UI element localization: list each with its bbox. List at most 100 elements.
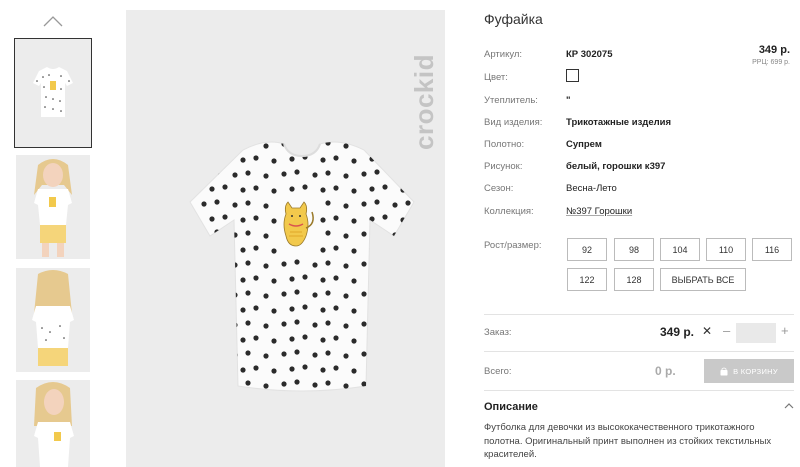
polka-dot xyxy=(214,289,220,295)
thumbnail-girl-side[interactable] xyxy=(16,380,90,467)
thumbnail-girl-back[interactable] xyxy=(16,268,90,372)
attr-value: Супрем xyxy=(566,139,602,150)
polka-dot xyxy=(320,337,326,343)
quantity-input[interactable] xyxy=(736,323,776,343)
polka-dot xyxy=(253,305,259,311)
product-price: 349 р. xyxy=(758,44,790,56)
polka-dot xyxy=(253,335,259,341)
polka-dot xyxy=(201,142,207,147)
polka-dot xyxy=(271,368,277,374)
polka-dot xyxy=(289,366,295,372)
color-swatch[interactable] xyxy=(566,69,579,82)
polka-dot xyxy=(302,334,308,340)
polka-dot xyxy=(294,379,300,385)
polka-dot xyxy=(405,260,411,266)
polka-dot xyxy=(263,323,269,329)
polka-dot xyxy=(263,353,269,359)
polka-dot xyxy=(320,277,326,283)
attr-label: Коллекция: xyxy=(484,206,534,217)
polka-dot xyxy=(289,306,295,312)
polka-dot xyxy=(263,293,269,299)
polka-dot xyxy=(312,262,318,268)
polka-dot xyxy=(400,157,406,163)
polka-dot xyxy=(374,319,380,325)
thumbnail-girl-front[interactable] xyxy=(16,155,90,259)
polka-dot xyxy=(400,277,406,283)
polka-dot xyxy=(214,169,220,175)
polka-dot xyxy=(232,382,238,388)
polka-dot xyxy=(294,289,300,295)
polka-dot xyxy=(289,396,294,401)
size-option[interactable]: 122 xyxy=(567,268,607,291)
select-all-sizes-button[interactable]: ВЫБРАТЬ ВСЕ xyxy=(660,268,746,291)
polka-dot xyxy=(209,276,215,282)
polka-dot xyxy=(245,320,251,326)
product-title: Фуфайка xyxy=(484,11,543,27)
polka-dot xyxy=(382,304,388,310)
polka-dot xyxy=(245,350,251,356)
polka-dot xyxy=(302,184,308,190)
polka-dot xyxy=(351,308,357,314)
polka-dot xyxy=(201,201,207,207)
size-option[interactable]: 104 xyxy=(660,238,700,261)
size-option[interactable]: 92 xyxy=(567,238,607,261)
polka-dot xyxy=(405,380,411,386)
attr-value: Весна-Лето xyxy=(566,183,617,194)
polka-dot xyxy=(263,263,269,269)
polka-dot xyxy=(271,278,277,284)
polka-dot xyxy=(245,170,251,176)
polka-dot xyxy=(312,292,318,298)
thumbnail-front[interactable] xyxy=(14,38,92,148)
polka-dot xyxy=(382,244,388,250)
polka-dot xyxy=(382,214,388,220)
thumbnail-image xyxy=(16,268,90,372)
description-text: Футболка для девочки из высококачественн… xyxy=(484,422,772,460)
attr-value: " xyxy=(566,95,571,106)
polka-dot xyxy=(201,381,207,387)
polka-dot xyxy=(312,322,318,328)
chevron-up-icon[interactable] xyxy=(784,402,794,410)
add-to-cart-button[interactable]: В КОРЗИНУ xyxy=(704,359,794,383)
polka-dot xyxy=(333,185,339,191)
product-main-image[interactable]: crockid xyxy=(126,10,445,467)
polka-dot xyxy=(333,155,339,161)
polka-dot xyxy=(320,217,326,223)
polka-dot xyxy=(294,349,300,355)
polka-dot xyxy=(201,231,207,237)
polka-dot xyxy=(361,291,367,297)
recommended-price: РРЦ: 699 р. xyxy=(752,59,790,66)
polka-dot xyxy=(253,365,259,371)
polka-dot xyxy=(374,199,380,205)
polka-dot xyxy=(240,397,245,402)
attr-label: Полотно: xyxy=(484,139,525,150)
polka-dot xyxy=(222,184,228,190)
quantity-increase-button[interactable]: + xyxy=(781,323,789,338)
size-option[interactable]: 116 xyxy=(752,238,792,261)
polka-dot xyxy=(333,365,339,371)
chevron-up-icon[interactable] xyxy=(42,14,64,28)
quantity-decrease-button[interactable]: – xyxy=(723,323,730,338)
size-option[interactable]: 128 xyxy=(614,268,654,291)
polka-dot xyxy=(413,185,414,191)
polka-dot xyxy=(320,307,326,313)
attr-label: Цвет: xyxy=(484,72,508,83)
polka-dot xyxy=(312,142,318,148)
polka-dot xyxy=(222,274,228,280)
tshirt-illustration xyxy=(189,141,418,403)
attr-value: КР 302075 xyxy=(566,49,613,60)
total-value: 0 р. xyxy=(655,364,676,378)
polka-dot xyxy=(351,248,357,254)
attr-value: белый, горошки к397 xyxy=(566,161,666,172)
polka-dot xyxy=(361,321,367,327)
collection-link[interactable]: №397 Горошки xyxy=(566,206,632,217)
size-option[interactable]: 98 xyxy=(614,238,654,261)
polka-dot xyxy=(253,245,259,251)
polka-dot xyxy=(413,395,418,400)
polka-dot xyxy=(333,305,339,311)
polka-dot xyxy=(245,200,251,206)
size-option[interactable]: 110 xyxy=(706,238,746,261)
polka-dot xyxy=(413,275,414,281)
polka-dot xyxy=(214,379,220,385)
polka-dot xyxy=(191,398,196,403)
polka-dot xyxy=(405,200,411,206)
